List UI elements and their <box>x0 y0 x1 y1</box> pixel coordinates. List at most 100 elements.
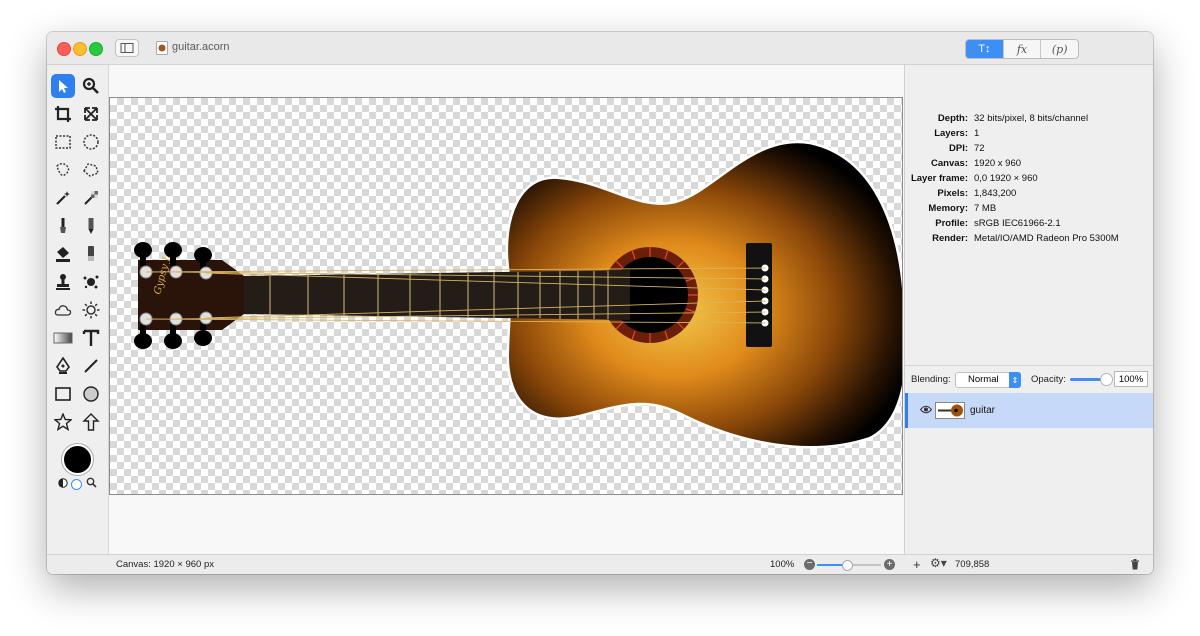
swap-colors-icon[interactable] <box>58 478 68 488</box>
info-label: Render: <box>932 233 968 244</box>
cloud-tool-button[interactable] <box>51 298 75 322</box>
app-window: guitar.acorn T↕ fx (p) Gypsy Jazz Depth:… <box>47 32 1153 574</box>
crop-icon <box>55 106 71 122</box>
inspector-segmented-control[interactable]: T↕ fx (p) <box>965 39 1079 59</box>
splatter-tool-button[interactable] <box>79 270 103 294</box>
lasso-tool-button[interactable] <box>51 158 75 182</box>
info-dpi: DPI: 72 <box>905 143 1153 158</box>
document-title: guitar.acorn <box>172 41 230 53</box>
info-label: Depth: <box>937 113 968 124</box>
oval-icon <box>83 386 99 402</box>
canvas-scroll-area[interactable]: Gypsy Jazz <box>109 65 904 554</box>
clone-tool-button[interactable] <box>51 270 75 294</box>
zoom-tool-button[interactable] <box>79 74 103 98</box>
paint-bucket-tool-button[interactable] <box>51 242 75 266</box>
star-tool-button[interactable] <box>51 410 75 434</box>
zoom-window-button[interactable] <box>89 42 103 56</box>
line-tool-button[interactable] <box>79 354 103 378</box>
pen-tool-button[interactable] <box>51 354 75 378</box>
transform-tool-button[interactable] <box>79 102 103 126</box>
lasso-icon <box>56 163 70 176</box>
magic-wand-tool-button[interactable] <box>51 186 75 210</box>
up-arrow-icon <box>82 413 100 431</box>
info-value: 1920 x 960 <box>974 158 1022 169</box>
paint-bucket-icon <box>56 247 70 262</box>
sidebar-icon <box>120 43 134 53</box>
zoom-out-button[interactable]: − <box>804 559 815 570</box>
minimize-window-button[interactable] <box>73 42 87 56</box>
gradient-icon <box>53 332 73 344</box>
eraser-icon <box>88 246 94 261</box>
rectangle-icon <box>55 387 71 401</box>
rect-marquee-icon <box>55 135 71 149</box>
text-t-icon <box>82 329 100 346</box>
text-tool-button[interactable] <box>79 326 103 350</box>
opacity-field[interactable]: 100% <box>1114 371 1148 387</box>
move-tool-button[interactable] <box>51 74 75 98</box>
sidebar-toggle-button[interactable] <box>115 39 139 57</box>
add-layer-button[interactable]: + <box>913 557 921 572</box>
polygon-lasso-icon <box>83 163 99 177</box>
info-layers: Layers: 1 <box>905 128 1153 143</box>
instant-alpha-icon <box>84 191 98 205</box>
tab-effects[interactable]: fx <box>1002 40 1042 58</box>
background-color-well[interactable] <box>71 479 82 490</box>
blending-mode-value: Normal <box>968 374 999 385</box>
info-label: Profile: <box>935 218 968 229</box>
tab-properties[interactable]: (p) <box>1041 40 1078 58</box>
eye-icon[interactable] <box>920 405 932 414</box>
eraser-tool-button[interactable] <box>79 242 103 266</box>
instant-alpha-tool-button[interactable] <box>79 186 103 210</box>
info-label: Canvas: <box>931 158 968 169</box>
ellipse-select-tool-button[interactable] <box>79 130 103 154</box>
pencil-tool-button[interactable] <box>79 214 103 238</box>
polygon-lasso-tool-button[interactable] <box>79 158 103 182</box>
arrow-pointer-icon <box>59 80 68 93</box>
brush-tool-button[interactable] <box>51 214 75 238</box>
zoom-slider-knob[interactable] <box>842 560 853 571</box>
rectangle-tool-button[interactable] <box>51 382 75 406</box>
info-value: 1,843,200 <box>974 188 1017 199</box>
info-layer-frame: Layer frame: 0,0 1920 × 960 <box>905 173 1153 188</box>
blending-mode-select[interactable]: Normal ⇕ <box>955 372 1021 388</box>
color-picker-zoom-icon[interactable] <box>86 477 97 488</box>
oval-tool-button[interactable] <box>79 382 103 406</box>
ellipse-marquee-icon <box>83 134 99 150</box>
image-canvas[interactable]: Gypsy Jazz <box>109 97 903 495</box>
chevron-updown-icon: ⇕ <box>1009 372 1021 388</box>
info-render: Render: Metal/IO/AMD Radeon Pro 5300M <box>905 233 1153 248</box>
info-value: 32 bits/pixel, 8 bits/channel <box>974 113 1089 124</box>
info-value: Metal/IO/AMD Radeon Pro 5300M <box>974 233 1119 244</box>
info-label: DPI: <box>949 143 968 154</box>
close-window-button[interactable] <box>57 42 71 56</box>
pixel-count: 709,858 <box>955 559 990 570</box>
layer-options-bar: Blending: Normal ⇕ Opacity: 100% <box>905 365 1153 394</box>
info-label: Layers: <box>934 128 968 139</box>
foreground-color-well[interactable] <box>62 444 93 475</box>
gradient-tool-button[interactable] <box>51 326 75 350</box>
rect-select-tool-button[interactable] <box>51 130 75 154</box>
info-label: Layer frame: <box>910 173 968 184</box>
stamp-icon <box>56 274 70 290</box>
tab-tools-inspector[interactable]: T↕ <box>966 40 1003 58</box>
info-label: Memory: <box>928 203 968 214</box>
info-value: 72 <box>974 143 985 154</box>
inspector-panel: Depth: 32 bits/pixel, 8 bits/channel Laye… <box>904 65 1153 554</box>
star-icon <box>54 413 72 431</box>
layer-row[interactable]: guitar <box>905 393 1153 428</box>
line-icon <box>84 359 98 373</box>
brush-icon <box>60 218 66 233</box>
brightness-tool-button[interactable] <box>79 298 103 322</box>
arrow-tool-button[interactable] <box>79 410 103 434</box>
info-canvas: Canvas: 1920 x 960 <box>905 158 1153 173</box>
info-memory: Memory: 7 MB <box>905 203 1153 218</box>
info-value: 1 <box>974 128 980 139</box>
opacity-slider-knob[interactable] <box>1100 373 1113 386</box>
guitar-image: Gypsy Jazz <box>134 140 902 449</box>
crop-tool-button[interactable] <box>51 102 75 126</box>
zoom-in-button[interactable]: + <box>884 559 895 570</box>
layer-thumbnail <box>935 402 965 419</box>
cloud-icon <box>54 305 72 316</box>
layer-settings-gear-icon[interactable]: ⚙▾ <box>930 556 947 570</box>
trash-icon[interactable] <box>1130 559 1140 570</box>
